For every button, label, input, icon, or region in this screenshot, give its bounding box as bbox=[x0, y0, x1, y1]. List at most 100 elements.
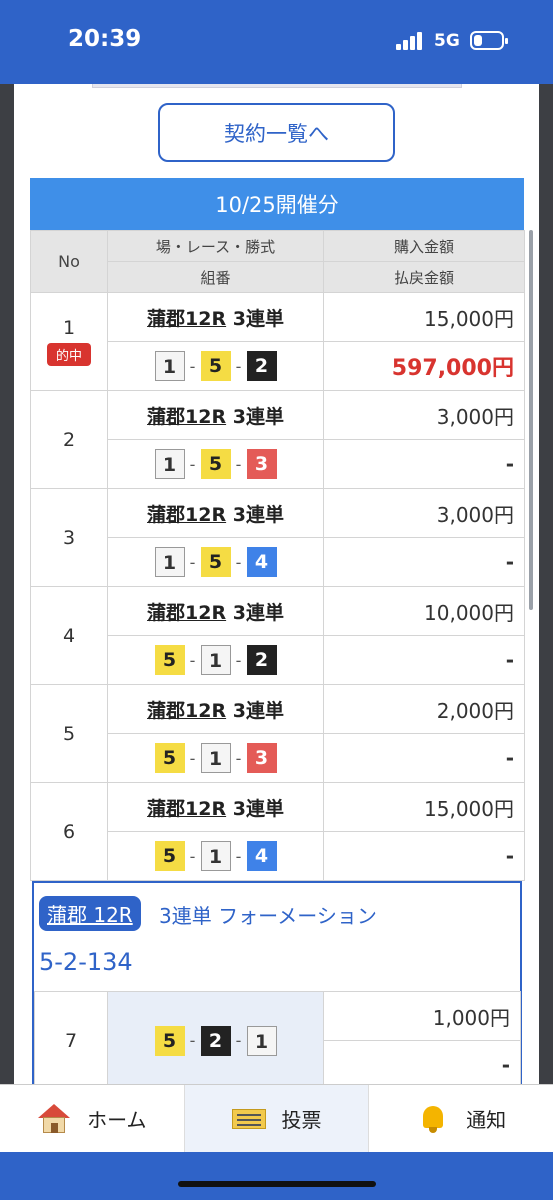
boat-number-4: 4 bbox=[246, 547, 277, 577]
boat-number-2: 2 bbox=[246, 645, 277, 675]
purchase-amount: 3,000円 bbox=[323, 390, 525, 440]
nav-vote[interactable]: 投票 bbox=[184, 1085, 370, 1152]
scrollbar[interactable] bbox=[529, 230, 533, 610]
boat-number-1: 1 bbox=[200, 645, 231, 675]
race-cell[interactable]: 蒲郡12R 3連単 bbox=[107, 488, 324, 538]
payout-amount: - bbox=[323, 733, 525, 783]
boat-number-5: 5 bbox=[154, 645, 185, 675]
payout-amount: - bbox=[323, 1040, 521, 1084]
header-no: No bbox=[30, 230, 108, 293]
bet-type: 3連単 bbox=[232, 405, 284, 428]
table-row: 7 5-2-1 1,000円 bbox=[34, 991, 521, 1084]
bet-type: 3連単 bbox=[232, 307, 284, 330]
race-cell[interactable]: 蒲郡12R 3連単 bbox=[107, 684, 324, 734]
bet-type: 3連単 bbox=[232, 601, 284, 624]
row-number: 3 bbox=[62, 526, 76, 549]
bet-table: No 場・レース・勝式 購入金額 組番 払戻金額 1 的中 蒲郡12R 3連単 15,… bbox=[30, 230, 525, 881]
purchase-amount: 2,000円 bbox=[323, 684, 525, 734]
nav-notify-label: 通知 bbox=[466, 1108, 507, 1132]
formation-code: 5-2-134 bbox=[39, 948, 133, 976]
purchase-amount: 10,000円 bbox=[323, 586, 525, 636]
header-payout: 払戻金額 bbox=[323, 261, 525, 293]
boat-number-1: 1 bbox=[154, 449, 185, 479]
combo-cell: 5-1-3 bbox=[107, 733, 324, 783]
row-number: 5 bbox=[62, 722, 76, 745]
formation-venue-badge[interactable]: 蒲郡 12R bbox=[39, 896, 141, 931]
date-header: 10/25開催分 bbox=[30, 178, 524, 230]
payout-amount: - bbox=[323, 439, 525, 489]
combo-separator: - bbox=[189, 454, 196, 474]
boat-number-5: 5 bbox=[154, 1025, 185, 1056]
contract-list-button[interactable]: 契約一覧へ bbox=[158, 103, 395, 162]
formation-table: 7 5-2-1 1,000円 - bbox=[34, 991, 521, 1084]
combo-separator: - bbox=[235, 552, 242, 572]
row-number: 6 bbox=[62, 820, 76, 843]
top-strip bbox=[92, 84, 462, 88]
boat-number-5: 5 bbox=[154, 841, 185, 871]
combo-cell: 5-2-1 bbox=[107, 991, 324, 1084]
race-cell[interactable]: 蒲郡12R 3連単 bbox=[107, 782, 324, 832]
race-venue[interactable]: 蒲郡12R bbox=[147, 602, 226, 624]
hit-badge: 的中 bbox=[46, 343, 91, 366]
boat-number-1: 1 bbox=[200, 841, 231, 871]
nav-home-label: ホーム bbox=[87, 1108, 147, 1132]
boat-number-3: 3 bbox=[246, 449, 277, 479]
signal-icon bbox=[396, 32, 424, 50]
header-combo: 組番 bbox=[107, 261, 324, 293]
combo-cell: 1-5-2 bbox=[107, 341, 324, 391]
formation-title: 3連単 フォーメーション bbox=[159, 904, 377, 928]
home-icon bbox=[37, 1103, 71, 1134]
battery-icon bbox=[470, 31, 508, 50]
row-no: 4 bbox=[30, 586, 108, 685]
combo-separator: - bbox=[189, 650, 196, 670]
background-right bbox=[539, 84, 553, 1084]
purchase-amount: 1,000円 bbox=[323, 991, 521, 1041]
row-number: 4 bbox=[62, 624, 76, 647]
purchase-amount: 15,000円 bbox=[323, 782, 525, 832]
header-race: 場・レース・勝式 bbox=[107, 230, 324, 262]
nav-vote-label: 投票 bbox=[281, 1108, 322, 1132]
boat-number-5: 5 bbox=[200, 449, 231, 479]
table-row: 3 蒲郡12R 3連単 3,000円 bbox=[30, 488, 525, 587]
payout-amount: - bbox=[323, 831, 525, 881]
race-cell[interactable]: 蒲郡12R 3連単 bbox=[107, 586, 324, 636]
combo-separator: - bbox=[235, 1031, 242, 1050]
race-venue[interactable]: 蒲郡12R bbox=[147, 308, 226, 330]
row-number: 1 bbox=[62, 317, 76, 339]
combo-separator: - bbox=[235, 748, 242, 768]
header-purchase: 購入金額 bbox=[323, 230, 525, 262]
formation-block: 蒲郡 12R 3連単 フォーメーション 5-2-134 7 5-2-1 1,000円… bbox=[32, 881, 522, 1084]
row-no: 6 bbox=[30, 782, 108, 881]
home-indicator[interactable] bbox=[178, 1181, 376, 1187]
bottom-nav: ホーム 投票 通知 bbox=[0, 1084, 553, 1152]
boat-number-1: 1 bbox=[154, 547, 185, 577]
boat-number-1: 1 bbox=[246, 1025, 277, 1056]
bet-type: 3連単 bbox=[232, 699, 284, 722]
combo-separator: - bbox=[235, 356, 242, 376]
combo-cell: 5-1-4 bbox=[107, 831, 324, 881]
race-venue[interactable]: 蒲郡12R bbox=[147, 406, 226, 428]
race-venue[interactable]: 蒲郡12R bbox=[147, 700, 226, 722]
combo-separator: - bbox=[235, 454, 242, 474]
combo-cell: 1-5-4 bbox=[107, 537, 324, 587]
payout-amount: - bbox=[323, 635, 525, 685]
nav-home[interactable]: ホーム bbox=[0, 1085, 185, 1152]
bet-type: 3連単 bbox=[232, 503, 284, 526]
status-bar: 20:39 5G bbox=[0, 0, 553, 84]
race-cell[interactable]: 蒲郡12R 3連単 bbox=[107, 292, 324, 342]
row-no: 5 bbox=[30, 684, 108, 783]
combo-separator: - bbox=[189, 748, 196, 768]
background-left bbox=[0, 84, 14, 1084]
boat-number-1: 1 bbox=[154, 351, 185, 381]
combo-separator: - bbox=[235, 650, 242, 670]
race-cell[interactable]: 蒲郡12R 3連単 bbox=[107, 390, 324, 440]
nav-notify[interactable]: 通知 bbox=[369, 1085, 553, 1152]
combo-separator: - bbox=[189, 1031, 196, 1050]
row-no: 7 bbox=[34, 991, 108, 1084]
row-number: 2 bbox=[62, 428, 76, 451]
row-no: 1 的中 bbox=[30, 292, 108, 391]
payout-amount: - bbox=[323, 537, 525, 587]
purchase-amount: 15,000円 bbox=[323, 292, 525, 342]
race-venue[interactable]: 蒲郡12R bbox=[147, 798, 226, 820]
race-venue[interactable]: 蒲郡12R bbox=[147, 504, 226, 526]
